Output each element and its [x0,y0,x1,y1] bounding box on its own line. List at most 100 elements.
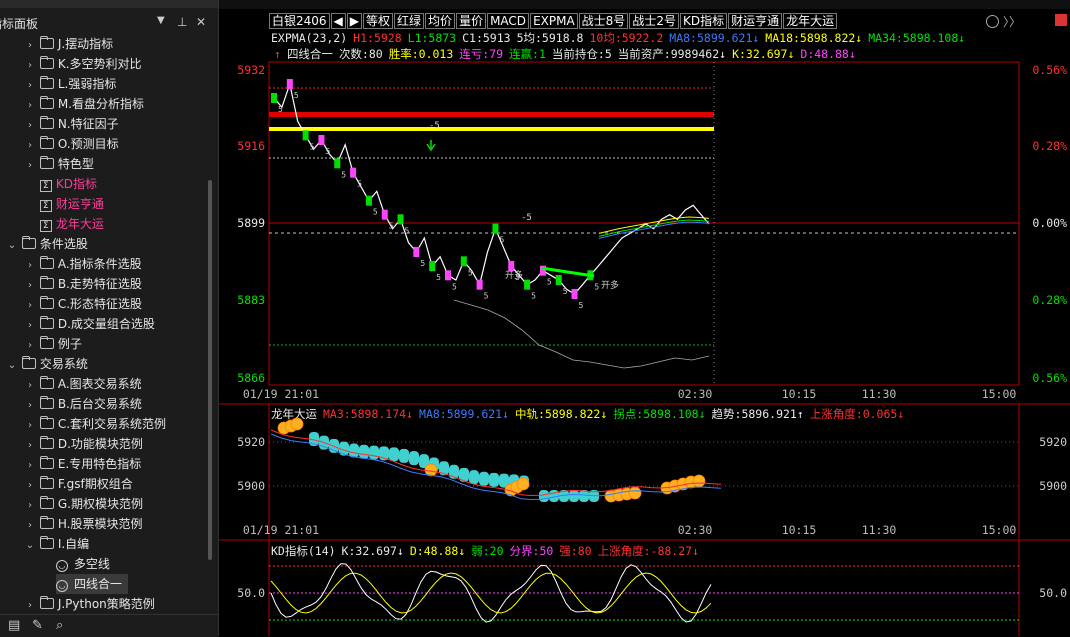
tree-item[interactable]: › B.后台交易系统 [24,394,142,414]
indicator-panel: 指标面板 ▼ ⊥ ✕ › J.摆动指标› K.多空势利对比› L.强弱指标› M… [0,0,219,637]
tree-item[interactable]: › D.功能模块范例 [24,434,143,454]
folder-icon [39,376,54,389]
expand-icon[interactable]: › [24,456,36,476]
smiley-icon: ◡ [55,560,68,572]
band-block [389,447,399,462]
tree-item[interactable]: › G.期权模块范例 [24,494,143,514]
tree-item[interactable]: › L.强弱指标 [24,74,116,94]
signal-marker [571,289,578,299]
expand-icon[interactable]: › [24,476,36,496]
signal-label: 5 [452,282,457,291]
tree-item-label: M.看盘分析指标 [57,97,144,111]
signal-marker [286,79,293,89]
signal-marker [381,209,388,220]
expand-icon[interactable]: › [24,316,36,336]
smiley-marker [290,417,304,431]
tree-item[interactable]: › A.指标条件选股 [24,254,142,274]
tree-item[interactable]: › O.预测目标 [24,134,119,154]
signal-label: 5 [357,180,362,189]
y-axis-label: 5916 [237,139,265,153]
tree-item[interactable]: Σ 龙年大运 [24,214,104,234]
pct-axis-label: 0.56% [1032,63,1067,77]
tree-scrollbar[interactable] [208,180,212,560]
tree-item[interactable]: Σ 财运亨通 [24,194,104,214]
tree-item[interactable]: › M.看盘分析指标 [24,94,144,114]
tree-item[interactable]: › H.股票模块范例 [24,514,142,534]
resistance-band [269,112,714,117]
asset-line [453,299,710,369]
tree-item[interactable]: › C.形态特征选股 [24,294,142,314]
tree-item[interactable]: › F.gsf期权组合 [24,474,133,494]
band-block [399,448,409,463]
expand-icon[interactable]: › [24,376,36,396]
tree-item[interactable]: › J.摆动指标 [24,34,113,54]
signal-label: 5 [436,273,441,282]
signal-label: -5 [521,213,532,223]
edit-icon[interactable]: ✎ [32,618,43,633]
view-icon[interactable]: ▤ [8,618,20,633]
tree-item[interactable]: ⌄ 交易系统 [6,354,88,374]
folder-icon [39,96,54,109]
collapse-icon[interactable]: ⌄ [6,356,18,376]
tree-item-label: D.成交量组合选股 [57,317,155,331]
expand-icon[interactable]: › [24,516,36,536]
expand-icon[interactable]: › [24,296,36,316]
tree-item[interactable]: › 特色型 [24,154,94,174]
panel-dropdown-icon[interactable]: ▼ [157,15,165,26]
collapse-icon[interactable]: ⌄ [24,536,36,556]
tree-item[interactable]: › K.多空势利对比 [24,54,142,74]
tree-item-label: E.专用特色指标 [57,457,142,471]
collapse-icon[interactable]: ⌄ [6,236,18,256]
close-icon[interactable]: ✕ [196,15,206,29]
chart-canvas[interactable]: 5932 5916 5899 5883 5866 0.56% 0.28% 0.00% 0.28%… [219,0,1070,636]
band-block [569,490,579,502]
band-block [489,472,499,487]
tree-item[interactable]: › J.Python策略范例 [24,594,155,614]
folder-icon [21,356,36,369]
tree-item[interactable]: Σ KD指标 [24,174,97,194]
tree-item-label: 财运亨通 [55,197,104,211]
y-axis-label: 5900 [1039,479,1067,493]
folder-icon [39,536,54,549]
expand-icon[interactable]: › [24,36,36,56]
expand-icon[interactable]: › [24,396,36,416]
tree-item-label: D.功能模块范例 [57,437,143,451]
tree-item[interactable]: › 例子 [24,334,82,354]
tree-item[interactable]: › D.成交量组合选股 [24,314,155,334]
tree-item[interactable]: ⌄ 条件选股 [6,234,88,254]
expand-icon[interactable]: › [24,56,36,76]
expand-icon[interactable]: › [24,596,36,614]
expand-icon[interactable]: › [24,336,36,356]
expand-icon[interactable]: › [24,136,36,156]
tree-item-label: B.走势特征选股 [57,277,142,291]
pin-icon[interactable]: ⊥ [177,15,187,29]
tree-item[interactable]: ◡ 多空线 [40,554,110,574]
folder-icon [39,296,54,309]
expand-icon[interactable]: › [24,436,36,456]
tree-item[interactable]: ⌄ I.自编 [24,534,89,554]
tree-item[interactable]: › E.专用特色指标 [24,454,141,474]
expand-icon[interactable]: › [24,156,36,176]
tree-item[interactable]: › A.图表交易系统 [24,374,142,394]
expand-icon[interactable]: › [24,96,36,116]
tree-item-label: J.Python策略范例 [57,597,155,611]
tree-item[interactable]: › B.走势特征选股 [24,274,142,294]
expand-icon[interactable]: › [24,276,36,296]
expand-icon[interactable]: › [24,416,36,436]
expand-icon[interactable]: › [24,116,36,136]
y-axis-label: 5920 [237,435,265,449]
signal-label: 5 [373,208,378,217]
tree-item[interactable]: › C.套利交易系统范例 [24,414,166,434]
expand-icon[interactable]: › [24,76,36,96]
signal-label: 5 [310,142,315,151]
chart-area[interactable]: 白银2406 ◀ ▶ 等权 红绿 均价 量价 MACD EXPMA 战士8号 战士2号 KD指标 财运亨… [219,0,1070,636]
expand-icon[interactable]: › [24,496,36,516]
tree-item-label: 交易系统 [39,357,88,371]
tree-item[interactable]: › N.特征因子 [24,114,119,134]
tree-item-label: 四线合一 [74,577,123,591]
folder-icon [39,396,54,409]
tree-item-label: C.形态特征选股 [57,297,143,311]
expand-icon[interactable]: › [24,256,36,276]
search-icon[interactable]: ⌕ [56,618,63,633]
tree-item[interactable]: ◡ 四线合一 [56,574,129,594]
